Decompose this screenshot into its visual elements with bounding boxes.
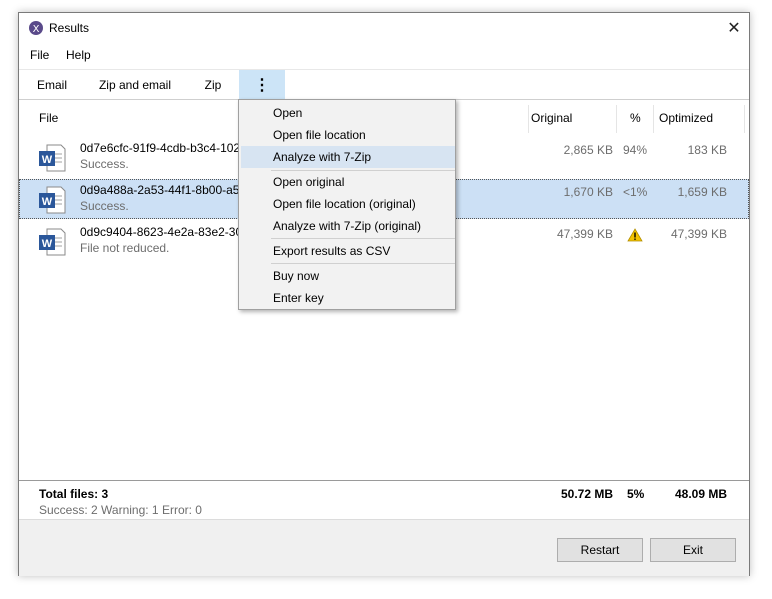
menu-file[interactable]: File [30,48,49,62]
original-size: 1,670 KB [563,185,613,199]
column-header-original[interactable]: Original [531,111,572,125]
menu-item-open[interactable]: Open [239,102,455,124]
exit-button[interactable]: Exit [650,538,736,562]
menu-separator [271,238,455,239]
file-status: File not reduced. [80,241,170,255]
menu-item-open-file-location[interactable]: Open file location [239,124,455,146]
file-status: Success. [80,199,129,213]
title-bar: X Results ✕ [19,13,749,43]
file-name: 0d7e6cfc-91f9-4cdb-b3c4-102 [80,141,241,155]
zip-button[interactable]: Zip [195,70,231,100]
menu-help[interactable]: Help [66,48,91,62]
optimized-size: 47,399 KB [670,227,727,241]
svg-text:W: W [42,196,53,208]
column-divider [744,105,745,133]
email-button[interactable]: Email [27,70,77,100]
file-name: 0d9c9404-8623-4e2a-83e2-303 [80,225,249,239]
zip-and-email-button[interactable]: Zip and email [91,70,179,100]
percent-saved: 94% [623,143,648,157]
total-percent: 5% [627,487,645,501]
close-icon: ✕ [727,20,741,37]
more-options-button[interactable]: ⋮ [239,70,285,100]
menu-item-analyze-7zip-original[interactable]: Analyze with 7-Zip (original) [239,215,455,237]
totals-divider [19,480,749,481]
column-header-optimized[interactable]: Optimized [659,111,713,125]
total-optimized: 48.09 MB [674,487,727,501]
column-divider [616,105,617,133]
total-original: 50.72 MB [560,487,613,501]
optimized-size: 183 KB [687,143,727,157]
total-files-label: Total files: 3 [39,487,109,501]
svg-text:W: W [42,238,53,250]
column-divider [528,105,529,133]
totals-summary: Success: 2 Warning: 1 Error: 0 [39,503,202,517]
toolbar: Email Zip and email Zip ⋮ [19,70,749,100]
column-divider [653,105,654,133]
column-header-file[interactable]: File [39,111,58,125]
menu-bar: File Help [19,45,749,67]
menu-separator [271,263,455,264]
menu-item-enter-key[interactable]: Enter key [239,287,455,309]
file-name: 0d9a488a-2a53-44f1-8b00-a50 [80,183,247,197]
restart-button[interactable]: Restart [557,538,643,562]
column-header-percent[interactable]: % [630,111,641,125]
bottom-bar: Restart Exit [19,519,749,576]
window-title: Results [49,21,90,35]
svg-text:X: X [33,24,40,35]
original-size: 47,399 KB [556,227,613,241]
menu-item-analyze-7zip[interactable]: Analyze with 7-Zip [241,146,455,168]
percent-saved: <1% [623,185,648,199]
menu-item-export-csv[interactable]: Export results as CSV [239,240,455,262]
menu-item-open-file-location-original[interactable]: Open file location (original) [239,193,455,215]
context-menu: Open Open file location Analyze with 7-Z… [238,99,456,310]
word-document-icon: W [39,186,66,214]
menu-item-open-original[interactable]: Open original [239,171,455,193]
app-icon: X [29,21,43,35]
menu-item-buy-now[interactable]: Buy now [239,265,455,287]
word-document-icon: W [39,228,66,256]
warning-icon [627,228,643,242]
optimized-size: 1,659 KB [677,185,727,199]
word-document-icon: W [39,144,66,172]
svg-text:W: W [42,154,53,166]
file-status: Success. [80,157,129,171]
original-size: 2,865 KB [563,143,613,157]
close-button[interactable]: ✕ [719,13,749,43]
